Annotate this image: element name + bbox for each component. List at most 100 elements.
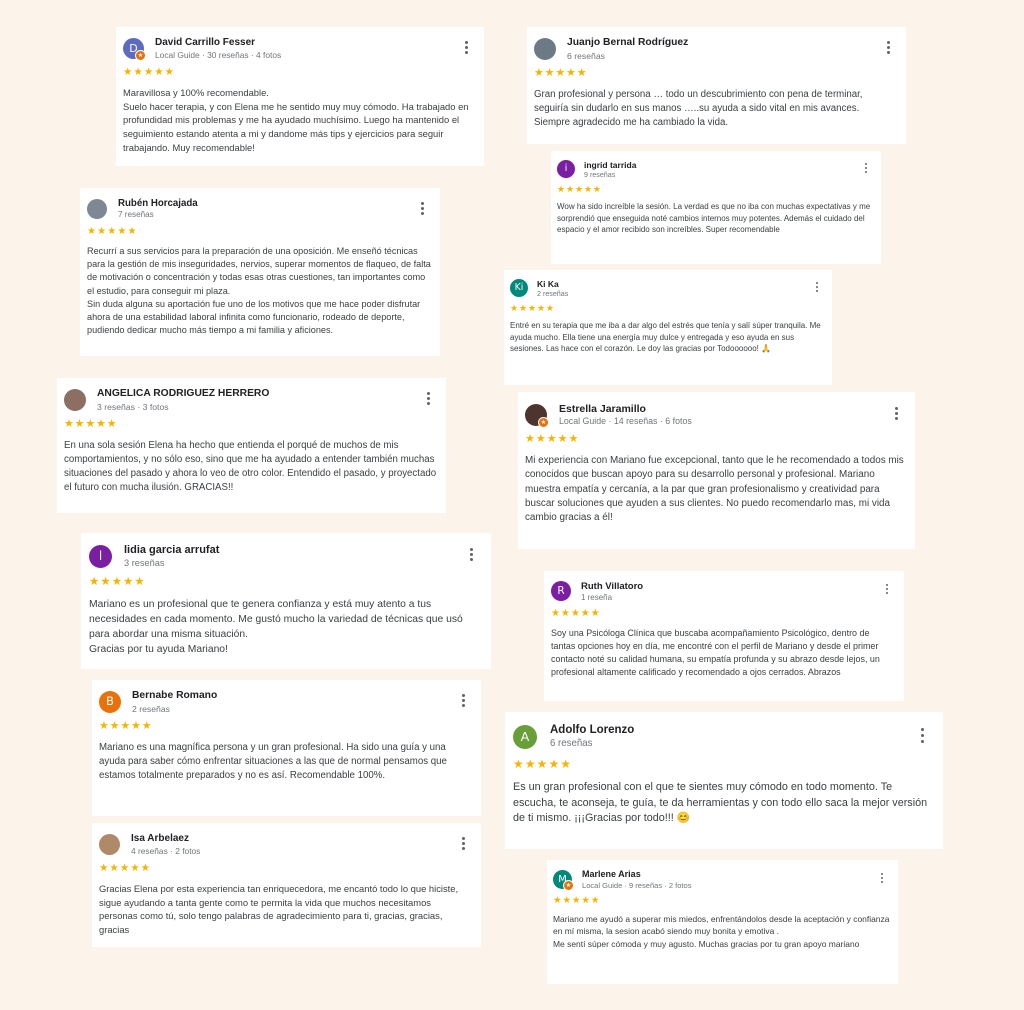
reviewer-meta: 3 reseñas · 3 fotos bbox=[97, 402, 169, 412]
reviewer-avatar[interactable]: R bbox=[551, 581, 571, 601]
review-text: En una sola sesión Elena ha hecho que en… bbox=[64, 440, 437, 494]
review-card: R Ruth Villatoro 1 reseña ★★★★★ Soy una Psic… bbox=[544, 571, 904, 701]
review-text: Es un gran profesional con el que te sie… bbox=[513, 781, 928, 825]
reviewer-avatar[interactable] bbox=[99, 834, 120, 855]
reviewer-meta: Local Guide · 9 reseñas · 2 fotos bbox=[582, 881, 692, 890]
reviewer-name[interactable]: Ruth Villatoro bbox=[581, 581, 643, 592]
review-text: Gracias Elena por esta experiencia tan e… bbox=[99, 883, 459, 935]
reviewer-meta: 3 reseñas bbox=[124, 558, 165, 568]
more-options-icon[interactable] bbox=[459, 837, 467, 852]
more-options-icon[interactable] bbox=[884, 41, 892, 56]
review-text: Mariano es un profesional que te genera … bbox=[89, 599, 463, 655]
reviewer-name[interactable]: Estrella Jaramillo bbox=[559, 403, 646, 415]
star-rating: ★★★★★ bbox=[99, 862, 152, 874]
reviewer-meta: 6 reseñas bbox=[567, 51, 605, 61]
review-text: Soy una Psicóloga Clínica que buscaba ac… bbox=[551, 628, 880, 677]
review-card: Ki Ki Ka 2 reseñas ★★★★★ Entré en su terapia… bbox=[504, 270, 832, 385]
reviewer-avatar[interactable]: A bbox=[513, 725, 537, 749]
reviewer-avatar[interactable] bbox=[87, 199, 107, 219]
review-text: Entré en su terapia que me iba a dar alg… bbox=[510, 321, 821, 354]
star-rating: ★★★★★ bbox=[510, 303, 555, 313]
avatar-initial: l bbox=[98, 549, 103, 564]
reviewer-name[interactable]: David Carrillo Fesser bbox=[155, 37, 255, 48]
avatar-initial: R bbox=[557, 584, 565, 597]
reviewer-avatar[interactable]: l bbox=[89, 545, 112, 568]
reviewer-avatar[interactable]: ★ bbox=[525, 404, 549, 428]
star-rating: ★★★★★ bbox=[553, 895, 601, 906]
local-guide-badge-icon: ★ bbox=[563, 880, 574, 891]
star-rating: ★★★★★ bbox=[99, 720, 153, 732]
review-card: ★ Estrella Jaramillo Local Guide · 14 rese… bbox=[518, 392, 915, 549]
star-rating: ★★★★★ bbox=[513, 757, 573, 771]
reviewer-avatar[interactable]: M ★ bbox=[553, 870, 574, 891]
reviewer-meta: 7 reseñas bbox=[118, 210, 154, 219]
more-options-icon[interactable] bbox=[878, 873, 885, 885]
more-options-icon[interactable] bbox=[862, 163, 869, 175]
star-rating: ★★★★★ bbox=[87, 226, 138, 237]
reviewer-meta: 9 reseñas bbox=[584, 171, 616, 179]
more-options-icon[interactable] bbox=[813, 282, 820, 294]
review-card: A Adolfo Lorenzo 6 reseñas ★★★★★ Es un gran … bbox=[505, 712, 943, 849]
reviewer-name[interactable]: Ki Ka bbox=[537, 279, 559, 289]
more-options-icon[interactable] bbox=[462, 41, 470, 56]
star-rating: ★★★★★ bbox=[525, 433, 580, 445]
star-rating: ★★★★★ bbox=[557, 184, 602, 194]
more-options-icon[interactable] bbox=[467, 548, 476, 563]
reviewer-avatar[interactable] bbox=[534, 38, 556, 60]
review-card: M ★ Marlene Arias Local Guide · 9 reseñas ·… bbox=[547, 860, 898, 984]
review-card: Juanjo Bernal Rodríguez 6 reseñas ★★★★★ Gra… bbox=[527, 27, 906, 144]
more-options-icon[interactable] bbox=[883, 584, 891, 596]
review-card: ANGELICA RODRIGUEZ HERRERO 3 reseñas · 3 … bbox=[57, 378, 446, 513]
reviewer-name[interactable]: ANGELICA RODRIGUEZ HERRERO bbox=[97, 388, 269, 399]
reviewer-name[interactable]: Rubén Horcajada bbox=[118, 198, 198, 209]
review-card: Isa Arbelaez 4 reseñas · 2 fotos ★★★★★ Grac… bbox=[92, 823, 481, 947]
avatar-initial: i bbox=[564, 163, 568, 175]
star-rating: ★★★★★ bbox=[89, 576, 146, 588]
avatar-initial: Ki bbox=[514, 282, 524, 294]
reviewer-avatar[interactable]: B bbox=[99, 691, 121, 713]
local-guide-badge-icon: ★ bbox=[538, 417, 549, 428]
reviewer-name[interactable]: lidia garcia arrufat bbox=[124, 544, 219, 556]
review-card: B Bernabe Romano 2 reseñas ★★★★★ Mariano es … bbox=[92, 680, 481, 816]
reviewer-meta: 6 reseñas bbox=[550, 738, 593, 749]
more-options-icon[interactable] bbox=[918, 728, 927, 746]
review-text: Wow ha sido increíble la sesión. La verd… bbox=[557, 202, 871, 235]
review-text: Maravillosa y 100% recomendable. Suelo h… bbox=[123, 87, 469, 153]
reviewer-name[interactable]: ingrid tarrida bbox=[584, 160, 636, 170]
local-guide-badge-icon: ★ bbox=[135, 50, 146, 61]
star-rating: ★★★★★ bbox=[534, 67, 588, 79]
reviewer-avatar[interactable]: Ki bbox=[510, 279, 528, 297]
reviewer-meta: Local Guide · 14 reseñas · 6 fotos bbox=[559, 416, 692, 426]
avatar-initial: B bbox=[106, 694, 114, 709]
review-card: Rubén Horcajada 7 reseñas ★★★★★ Recurrí a s… bbox=[80, 188, 440, 356]
more-options-icon[interactable] bbox=[418, 202, 426, 217]
review-card: l lidia garcia arrufat 3 reseñas ★★★★★ Maria… bbox=[81, 533, 491, 669]
more-options-icon[interactable] bbox=[424, 392, 432, 407]
star-rating: ★★★★★ bbox=[123, 66, 176, 78]
review-card: D ★ David Carrillo Fesser Local Guide · 30 … bbox=[116, 27, 484, 166]
reviewer-avatar[interactable]: i bbox=[557, 160, 575, 178]
reviewer-meta: 2 reseñas bbox=[132, 704, 170, 714]
reviewer-meta: 1 reseña bbox=[581, 593, 613, 602]
reviewer-avatar[interactable]: D ★ bbox=[123, 38, 146, 61]
review-text: Mi experiencia con Mariano fue excepcion… bbox=[525, 455, 904, 524]
review-text: Gran profesional y persona … todo un des… bbox=[534, 89, 863, 129]
reviewer-meta: Local Guide · 30 reseñas · 4 fotos bbox=[155, 50, 282, 60]
reviewer-name[interactable]: Adolfo Lorenzo bbox=[550, 724, 634, 736]
reviewer-name[interactable]: Bernabe Romano bbox=[132, 690, 217, 701]
reviewer-name[interactable]: Juanjo Bernal Rodríguez bbox=[567, 37, 688, 48]
more-options-icon[interactable] bbox=[892, 407, 900, 422]
review-card: i ingrid tarrida 9 reseñas ★★★★★ Wow ha sido… bbox=[551, 151, 881, 264]
reviewer-name[interactable]: Marlene Arias bbox=[582, 869, 641, 879]
reviewer-avatar[interactable] bbox=[64, 389, 86, 411]
reviewer-name[interactable]: Isa Arbelaez bbox=[131, 833, 189, 844]
review-text: Mariano es una magnífica persona y un gr… bbox=[99, 742, 447, 782]
review-text: Recurrí a sus servicios para la preparac… bbox=[87, 246, 431, 336]
avatar-initial: A bbox=[520, 728, 530, 744]
more-options-icon[interactable] bbox=[459, 694, 467, 709]
reviewer-meta: 4 reseñas · 2 fotos bbox=[131, 846, 201, 856]
star-rating: ★★★★★ bbox=[551, 608, 601, 619]
star-rating: ★★★★★ bbox=[64, 418, 118, 430]
reviewer-meta: 2 reseñas bbox=[537, 290, 569, 298]
review-text: Mariano me ayudó a superar mis miedos, e… bbox=[553, 914, 890, 949]
